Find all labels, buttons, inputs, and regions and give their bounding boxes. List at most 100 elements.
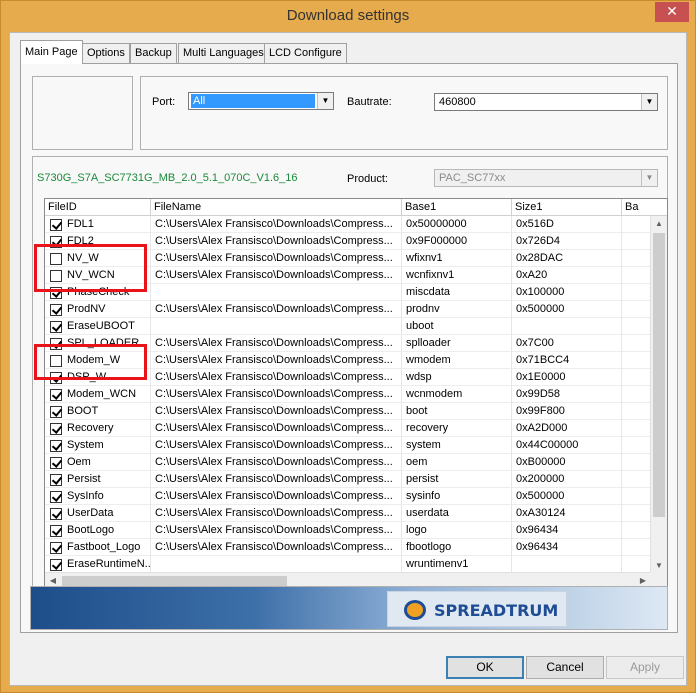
table-row[interactable]: FDL1 C:\Users\Alex Fransisco\Downloads\Co…	[45, 216, 651, 233]
column-header-ba[interactable]: Ba	[622, 199, 667, 216]
base-cell: uboot	[402, 318, 512, 335]
table-row[interactable]: Recovery C:\Users\Alex Fransisco\Download…	[45, 420, 651, 437]
apply-button[interactable]: Apply	[606, 656, 684, 679]
size-cell: 0x99D58	[512, 386, 622, 403]
column-header-size1[interactable]: Size1	[512, 199, 622, 216]
table-row[interactable]: Modem_WCN C:\Users\Alex Fransisco\Downloa…	[45, 386, 651, 403]
table-row[interactable]: FDL2 C:\Users\Alex Fransisco\Downloads\Co…	[45, 233, 651, 250]
row-checkbox[interactable]	[50, 440, 62, 452]
base-cell: oem	[402, 454, 512, 471]
row-checkbox[interactable]	[50, 270, 62, 282]
port-value: All	[191, 94, 315, 108]
fileid-cell: NV_W	[45, 250, 151, 267]
size-cell: 0x7C00	[512, 335, 622, 352]
cancel-button[interactable]: Cancel	[526, 656, 604, 679]
row-checkbox[interactable]	[50, 219, 62, 231]
filename-cell: C:\Users\Alex Fransisco\Downloads\Compre…	[151, 233, 402, 250]
fileid-text: Recovery	[67, 422, 114, 434]
ba-cell	[622, 301, 651, 318]
row-checkbox[interactable]	[50, 304, 62, 316]
table-row[interactable]: NV_W C:\Users\Alex Fransisco\Downloads\Co…	[45, 250, 651, 267]
ba-cell	[622, 352, 651, 369]
close-button[interactable]: ✕	[655, 2, 689, 22]
row-checkbox[interactable]	[50, 474, 62, 486]
fileid-cell: System	[45, 437, 151, 454]
table-row[interactable]: Modem_W C:\Users\Alex Fransisco\Downloads…	[45, 352, 651, 369]
row-checkbox[interactable]	[50, 253, 62, 265]
row-checkbox[interactable]	[50, 491, 62, 503]
product-select: PAC_SC77xx ▼	[434, 169, 658, 187]
size-cell: 0x100000	[512, 284, 622, 301]
tab-options[interactable]: Options	[82, 43, 130, 63]
fileid-text: FDL2	[67, 235, 94, 247]
vertical-scroll-thumb[interactable]	[653, 233, 665, 517]
filename-cell: C:\Users\Alex Fransisco\Downloads\Compre…	[151, 454, 402, 471]
baud-select[interactable]: 460800 ▼	[434, 93, 658, 111]
row-checkbox[interactable]	[50, 372, 62, 384]
table-row[interactable]: Oem C:\Users\Alex Fransisco\Downloads\Com…	[45, 454, 651, 471]
table-row[interactable]: ProdNV C:\Users\Alex Fransisco\Downloads\…	[45, 301, 651, 318]
tab-multi-languages[interactable]: Multi Languages	[178, 43, 269, 63]
table-row[interactable]: DSP_W C:\Users\Alex Fransisco\Downloads\C…	[45, 369, 651, 386]
table-row[interactable]: Persist C:\Users\Alex Fransisco\Downloads…	[45, 471, 651, 488]
row-checkbox[interactable]	[50, 457, 62, 469]
row-checkbox[interactable]	[50, 423, 62, 435]
port-label: Port:	[152, 96, 176, 108]
table-row[interactable]: SPL_LOADER C:\Users\Alex Fransisco\Downlo…	[45, 335, 651, 352]
table-row[interactable]: UserData C:\Users\Alex Fransisco\Download…	[45, 505, 651, 522]
filename-cell	[151, 318, 402, 335]
base-cell: wdsp	[402, 369, 512, 386]
chevron-down-icon[interactable]: ▼	[641, 94, 657, 110]
port-select[interactable]: All ▼	[188, 92, 334, 110]
table-row[interactable]: EraseRuntimeN... wruntimenv1	[45, 556, 651, 573]
tab-main-page[interactable]: Main Page	[20, 40, 83, 64]
chevron-down-icon[interactable]: ▼	[317, 93, 333, 109]
table-header: FileID FileName Base1 Size1 Ba	[45, 199, 667, 216]
tab-lcd-configure[interactable]: LCD Configure	[264, 43, 347, 63]
ok-button[interactable]: OK	[446, 656, 524, 679]
fileid-text: EraseUBOOT	[67, 320, 135, 332]
size-cell: 0xA20	[512, 267, 622, 284]
ba-cell	[622, 250, 651, 267]
row-checkbox[interactable]	[50, 389, 62, 401]
size-cell: 0x726D4	[512, 233, 622, 250]
tab-backup[interactable]: Backup	[130, 43, 177, 63]
base-cell: 0x9F000000	[402, 233, 512, 250]
table-row[interactable]: SysInfo C:\Users\Alex Fransisco\Downloads…	[45, 488, 651, 505]
fileid-cell: BootLogo	[45, 522, 151, 539]
row-checkbox[interactable]	[50, 406, 62, 418]
filename-cell	[151, 284, 402, 301]
table-row[interactable]: System C:\Users\Alex Fransisco\Downloads\…	[45, 437, 651, 454]
column-header-fileid[interactable]: FileID	[45, 199, 151, 216]
size-cell: 0x99F800	[512, 403, 622, 420]
ba-cell	[622, 386, 651, 403]
base-cell: prodnv	[402, 301, 512, 318]
vertical-scrollbar[interactable]: ▲ ▼	[650, 216, 667, 574]
filename-cell	[151, 556, 402, 573]
row-checkbox[interactable]	[50, 321, 62, 333]
column-header-base1[interactable]: Base1	[402, 199, 512, 216]
table-row[interactable]: EraseUBOOT uboot	[45, 318, 651, 335]
row-checkbox[interactable]	[50, 559, 62, 571]
table-row[interactable]: NV_WCN C:\Users\Alex Fransisco\Downloads\…	[45, 267, 651, 284]
fileid-text: ProdNV	[67, 303, 106, 315]
row-checkbox[interactable]	[50, 236, 62, 248]
row-checkbox[interactable]	[50, 542, 62, 554]
base-cell: sysinfo	[402, 488, 512, 505]
row-checkbox[interactable]	[50, 287, 62, 299]
row-checkbox[interactable]	[50, 355, 62, 367]
chevron-up-icon[interactable]: ▲	[651, 216, 667, 232]
fileid-cell: Modem_WCN	[45, 386, 151, 403]
table-row[interactable]: BootLogo C:\Users\Alex Fransisco\Download…	[45, 522, 651, 539]
table-row[interactable]: PhaseCheck miscdata 0x100000	[45, 284, 651, 301]
fileid-text: SPL_LOADER	[67, 337, 140, 349]
filename-cell: C:\Users\Alex Fransisco\Downloads\Compre…	[151, 369, 402, 386]
row-checkbox[interactable]	[50, 525, 62, 537]
row-checkbox[interactable]	[50, 508, 62, 520]
table-row[interactable]: Fastboot_Logo C:\Users\Alex Fransisco\Dow…	[45, 539, 651, 556]
ba-cell	[622, 420, 651, 437]
table-row[interactable]: BOOT C:\Users\Alex Fransisco\Downloads\Co…	[45, 403, 651, 420]
row-checkbox[interactable]	[50, 338, 62, 350]
column-header-filename[interactable]: FileName	[151, 199, 402, 216]
brand-banner: SPREADTRUM	[30, 586, 668, 630]
